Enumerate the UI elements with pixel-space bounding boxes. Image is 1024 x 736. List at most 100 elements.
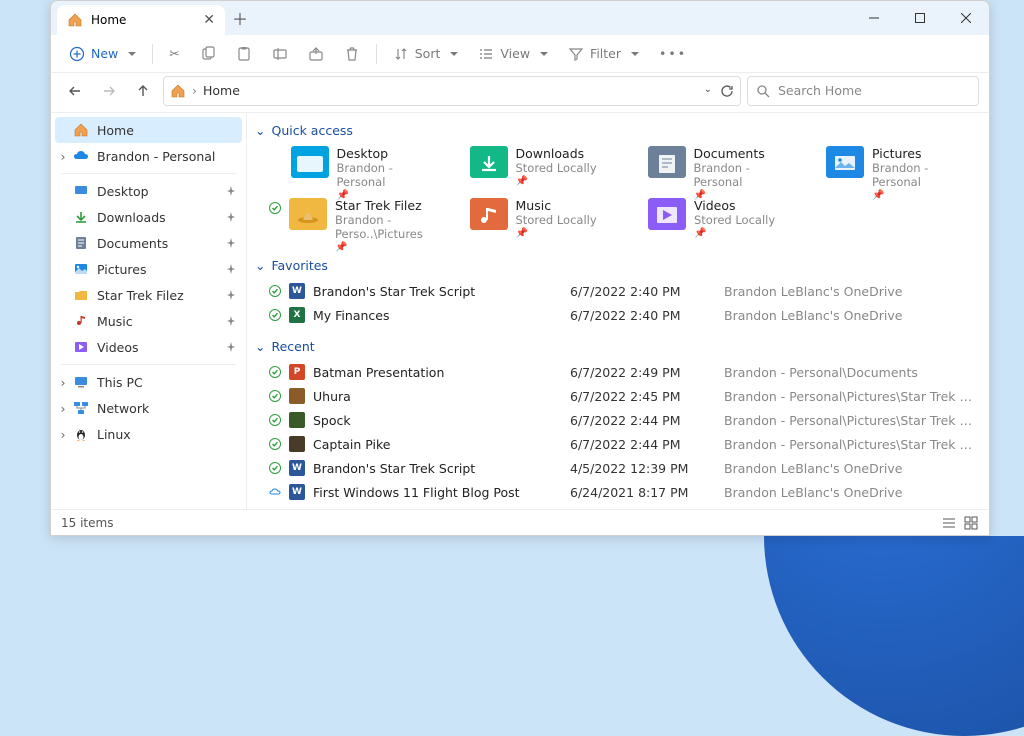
filter-button[interactable]: Filter [560, 39, 647, 69]
new-button[interactable]: New [61, 39, 144, 69]
copy-button[interactable] [192, 39, 224, 69]
share-icon [308, 46, 324, 62]
file-type-icon: W [289, 283, 305, 299]
sort-button[interactable]: Sort [385, 39, 467, 69]
delete-button[interactable] [336, 39, 368, 69]
minimize-button[interactable] [851, 1, 897, 35]
chevron-right-icon[interactable]: › [57, 427, 69, 442]
pin-icon [226, 316, 236, 326]
chevron-right-icon[interactable]: › [57, 401, 69, 416]
address-bar[interactable]: › Home ⌄ [163, 76, 741, 106]
sync-ok-icon [269, 414, 281, 426]
close-window-button[interactable] [943, 1, 989, 35]
quick-access-item[interactable]: PicturesBrandon - Personal📌 [805, 146, 978, 194]
chevron-down-icon: ⌄ [255, 258, 265, 273]
up-button[interactable] [129, 77, 157, 105]
share-button[interactable] [300, 39, 332, 69]
sidebar-item-desktop[interactable]: Desktop [51, 178, 246, 204]
file-type-icon: P [289, 364, 305, 380]
sync-ok-icon [269, 366, 281, 378]
sidebar-item-downloads[interactable]: Downloads [51, 204, 246, 230]
folder-icon [73, 235, 89, 251]
sync-ok-icon [269, 390, 281, 402]
file-row[interactable]: XMy Finances6/7/2022 2:40 PMBrandon LeBl… [269, 303, 977, 327]
tab-close-icon[interactable]: ✕ [203, 12, 215, 28]
new-tab-button[interactable]: ＋ [225, 6, 255, 30]
maximize-button[interactable] [897, 1, 943, 35]
back-button[interactable] [61, 77, 89, 105]
quick-access-item[interactable]: DesktopBrandon - Personal📌 [269, 146, 442, 194]
forward-button[interactable] [95, 77, 123, 105]
breadcrumb-location[interactable]: Home [203, 83, 240, 98]
file-row[interactable]: WBrandon's Star Trek Script4/5/2022 12:3… [269, 456, 977, 480]
pin-icon: 📌 [516, 228, 597, 239]
thumbnails-view-button[interactable] [963, 515, 979, 531]
view-button[interactable]: View [470, 39, 556, 69]
more-button[interactable]: ••• [651, 39, 695, 69]
quick-access-item[interactable]: VideosStored Locally📌 [626, 198, 799, 246]
sidebar-item-star-trek-filez[interactable]: Star Trek Filez [51, 282, 246, 308]
paste-button[interactable] [228, 39, 260, 69]
chevron-right-icon: › [192, 83, 197, 98]
sidebar-item-onedrive[interactable]: › Brandon - Personal [51, 143, 246, 169]
pin-icon [226, 212, 236, 222]
folder-icon [470, 146, 508, 178]
rename-icon [272, 46, 288, 62]
quick-access-item[interactable]: DownloadsStored Locally📌 [448, 146, 621, 194]
folder-icon [73, 261, 89, 277]
tab-home[interactable]: Home ✕ [57, 5, 225, 35]
filter-icon [568, 46, 584, 62]
file-row[interactable]: WFirst Windows 11 Flight Blog Post6/24/2… [269, 480, 977, 504]
quick-access-item[interactable]: MusicStored Locally📌 [448, 198, 621, 246]
sidebar-item-music[interactable]: Music [51, 308, 246, 334]
file-type-icon: X [289, 307, 305, 323]
address-bar-row: › Home ⌄ Search Home [51, 73, 989, 113]
quick-access-item[interactable]: DocumentsBrandon - Personal📌 [626, 146, 799, 194]
folder-icon [826, 146, 864, 178]
cut-button[interactable]: ✂ [161, 39, 187, 69]
penguin-icon [73, 426, 89, 442]
sidebar-item-videos[interactable]: Videos [51, 334, 246, 360]
section-quick-access[interactable]: ⌄ Quick access [251, 119, 977, 142]
sidebar-item-documents[interactable]: Documents [51, 230, 246, 256]
file-row[interactable]: PBatman Presentation6/7/2022 2:49 PMBran… [269, 360, 977, 384]
file-row[interactable]: Captain Pike6/7/2022 2:44 PMBrandon - Pe… [269, 432, 977, 456]
chevron-right-icon[interactable]: › [57, 375, 69, 390]
section-recent[interactable]: ⌄ Recent [251, 335, 977, 358]
title-bar[interactable]: Home ✕ ＋ [51, 1, 989, 35]
folder-icon [291, 146, 329, 178]
cloud-icon [269, 486, 281, 498]
file-row[interactable]: Uhura6/7/2022 2:45 PMBrandon - Personal\… [269, 384, 977, 408]
search-icon [756, 84, 770, 98]
details-view-button[interactable] [941, 515, 957, 531]
chevron-down-icon[interactable]: ⌄ [704, 84, 712, 98]
pin-icon: 📌 [516, 176, 597, 187]
search-input[interactable]: Search Home [747, 76, 979, 106]
view-icon [478, 46, 494, 62]
folder-icon [73, 287, 89, 303]
folder-icon [648, 146, 686, 178]
file-row[interactable]: Spock6/7/2022 2:44 PMBrandon - Personal\… [269, 408, 977, 432]
file-explorer-window: Home ✕ ＋ New ✂ Sort View [50, 0, 990, 536]
rename-button[interactable] [264, 39, 296, 69]
sidebar-item-linux[interactable]: › Linux [51, 421, 246, 447]
sidebar-item-thispc[interactable]: › This PC [51, 369, 246, 395]
file-type-icon: W [289, 460, 305, 476]
sync-ok-icon [269, 202, 281, 214]
quick-access-item[interactable]: Star Trek FilezBrandon - Perso..\Picture… [269, 198, 442, 246]
pin-icon: 📌 [694, 228, 775, 239]
file-row[interactable]: WBrandon's Star Trek Script6/7/2022 2:40… [269, 279, 977, 303]
chevron-right-icon[interactable]: › [57, 149, 69, 164]
cloud-icon [73, 148, 89, 164]
folder-icon [289, 198, 327, 230]
sidebar-item-network[interactable]: › Network [51, 395, 246, 421]
trash-icon [344, 46, 360, 62]
image-thumbnail [289, 412, 305, 428]
pin-icon [226, 290, 236, 300]
sidebar-item-pictures[interactable]: Pictures [51, 256, 246, 282]
section-favorites[interactable]: ⌄ Favorites [251, 254, 977, 277]
sidebar-item-home[interactable]: Home [55, 117, 242, 143]
refresh-button[interactable] [720, 84, 734, 98]
paste-icon [236, 46, 252, 62]
pin-icon [226, 186, 236, 196]
